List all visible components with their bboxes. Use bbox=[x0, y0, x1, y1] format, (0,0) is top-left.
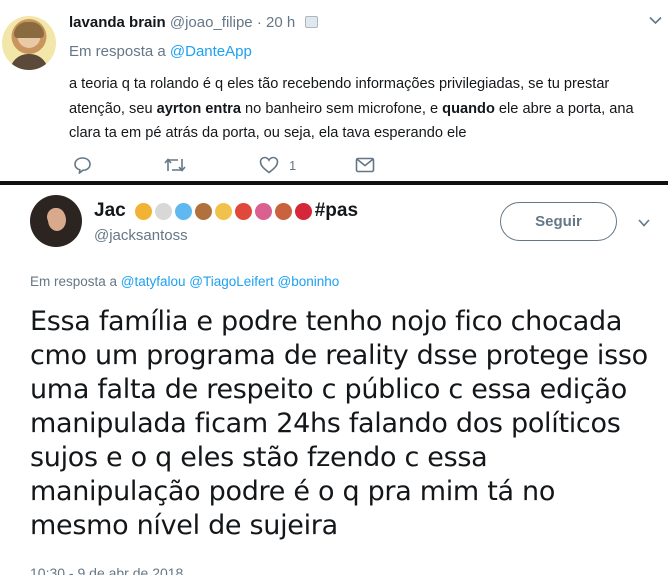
direct-message-button[interactable] bbox=[355, 155, 375, 175]
like-button[interactable]: 1 bbox=[259, 155, 296, 175]
tweet-timestamp[interactable]: 20 h bbox=[266, 14, 295, 31]
tweet-text-bold: quando bbox=[442, 100, 495, 117]
tweet-timestamp[interactable]: 10:30 - 9 de abr de 2018 bbox=[30, 565, 183, 575]
tweet-card: lavanda brain @joao_filipe · 20 h Em res… bbox=[0, 0, 668, 183]
avatar-face bbox=[48, 209, 66, 231]
mention-link[interactable]: @DanteApp bbox=[170, 43, 252, 60]
tweet-text: a teoria q ta rolando é q eles tão receb… bbox=[69, 72, 661, 146]
reply-prefix: Em resposta a bbox=[69, 43, 170, 60]
display-name[interactable]: Jac bbox=[94, 200, 126, 222]
user-handle[interactable]: @jacksantoss bbox=[94, 227, 188, 244]
party-popper-emoji bbox=[234, 202, 252, 220]
tweet-text-bold: ayrton entra bbox=[156, 100, 241, 117]
reply-button[interactable] bbox=[73, 155, 92, 175]
embedded-tweet-screenshot: Jac #pas @jacksantoss Seguir Em resposta… bbox=[0, 185, 668, 575]
envelope-icon bbox=[355, 157, 375, 173]
tweet-text: Essa família e podre tenho nojo fico cho… bbox=[30, 306, 648, 541]
dog-emoji bbox=[154, 202, 172, 220]
heart-icon bbox=[259, 156, 279, 174]
heart-gift-emoji bbox=[294, 202, 312, 220]
tweet-text-part: no banheiro sem microfone, e bbox=[240, 100, 443, 117]
like-count: 1 bbox=[289, 157, 297, 173]
person-emoji bbox=[134, 202, 152, 220]
avatar[interactable] bbox=[30, 195, 82, 247]
emoji-row bbox=[132, 202, 312, 220]
tweet-header: lavanda brain @joao_filipe · 20 h bbox=[69, 14, 319, 31]
tweet-actions: 1 bbox=[73, 155, 393, 175]
avatar-hair bbox=[14, 22, 44, 38]
display-name-row: Jac #pas bbox=[94, 200, 358, 222]
bear-emoji bbox=[194, 202, 212, 220]
follow-button[interactable]: Seguir bbox=[500, 202, 617, 241]
chevron-down-icon[interactable] bbox=[649, 14, 662, 28]
reply-icon bbox=[74, 157, 91, 174]
bow-arrow-emoji bbox=[274, 202, 292, 220]
retweet-button[interactable] bbox=[163, 155, 187, 175]
mention-links[interactable]: @tatyfalou @TiagoLeifert @boninho bbox=[121, 274, 340, 289]
display-name[interactable]: lavanda brain bbox=[69, 14, 166, 31]
diamond-emoji bbox=[174, 202, 192, 220]
hashtag: #pas bbox=[314, 200, 359, 221]
ferris-wheel-emoji bbox=[254, 202, 272, 220]
chevron-down-icon[interactable] bbox=[638, 218, 650, 230]
retweet-icon bbox=[164, 158, 186, 172]
app-badge-icon bbox=[305, 16, 319, 28]
separator-dot: · bbox=[256, 14, 262, 31]
user-handle[interactable]: @joao_filipe bbox=[170, 14, 253, 31]
avatar-shirt bbox=[10, 54, 48, 70]
victory-hand-emoji bbox=[214, 202, 232, 220]
reply-prefix: Em resposta a bbox=[30, 274, 121, 289]
reply-context: Em resposta a @tatyfalou @TiagoLeifert @… bbox=[30, 274, 339, 289]
avatar[interactable] bbox=[2, 16, 56, 70]
reply-context: Em resposta a @DanteApp bbox=[69, 43, 252, 60]
